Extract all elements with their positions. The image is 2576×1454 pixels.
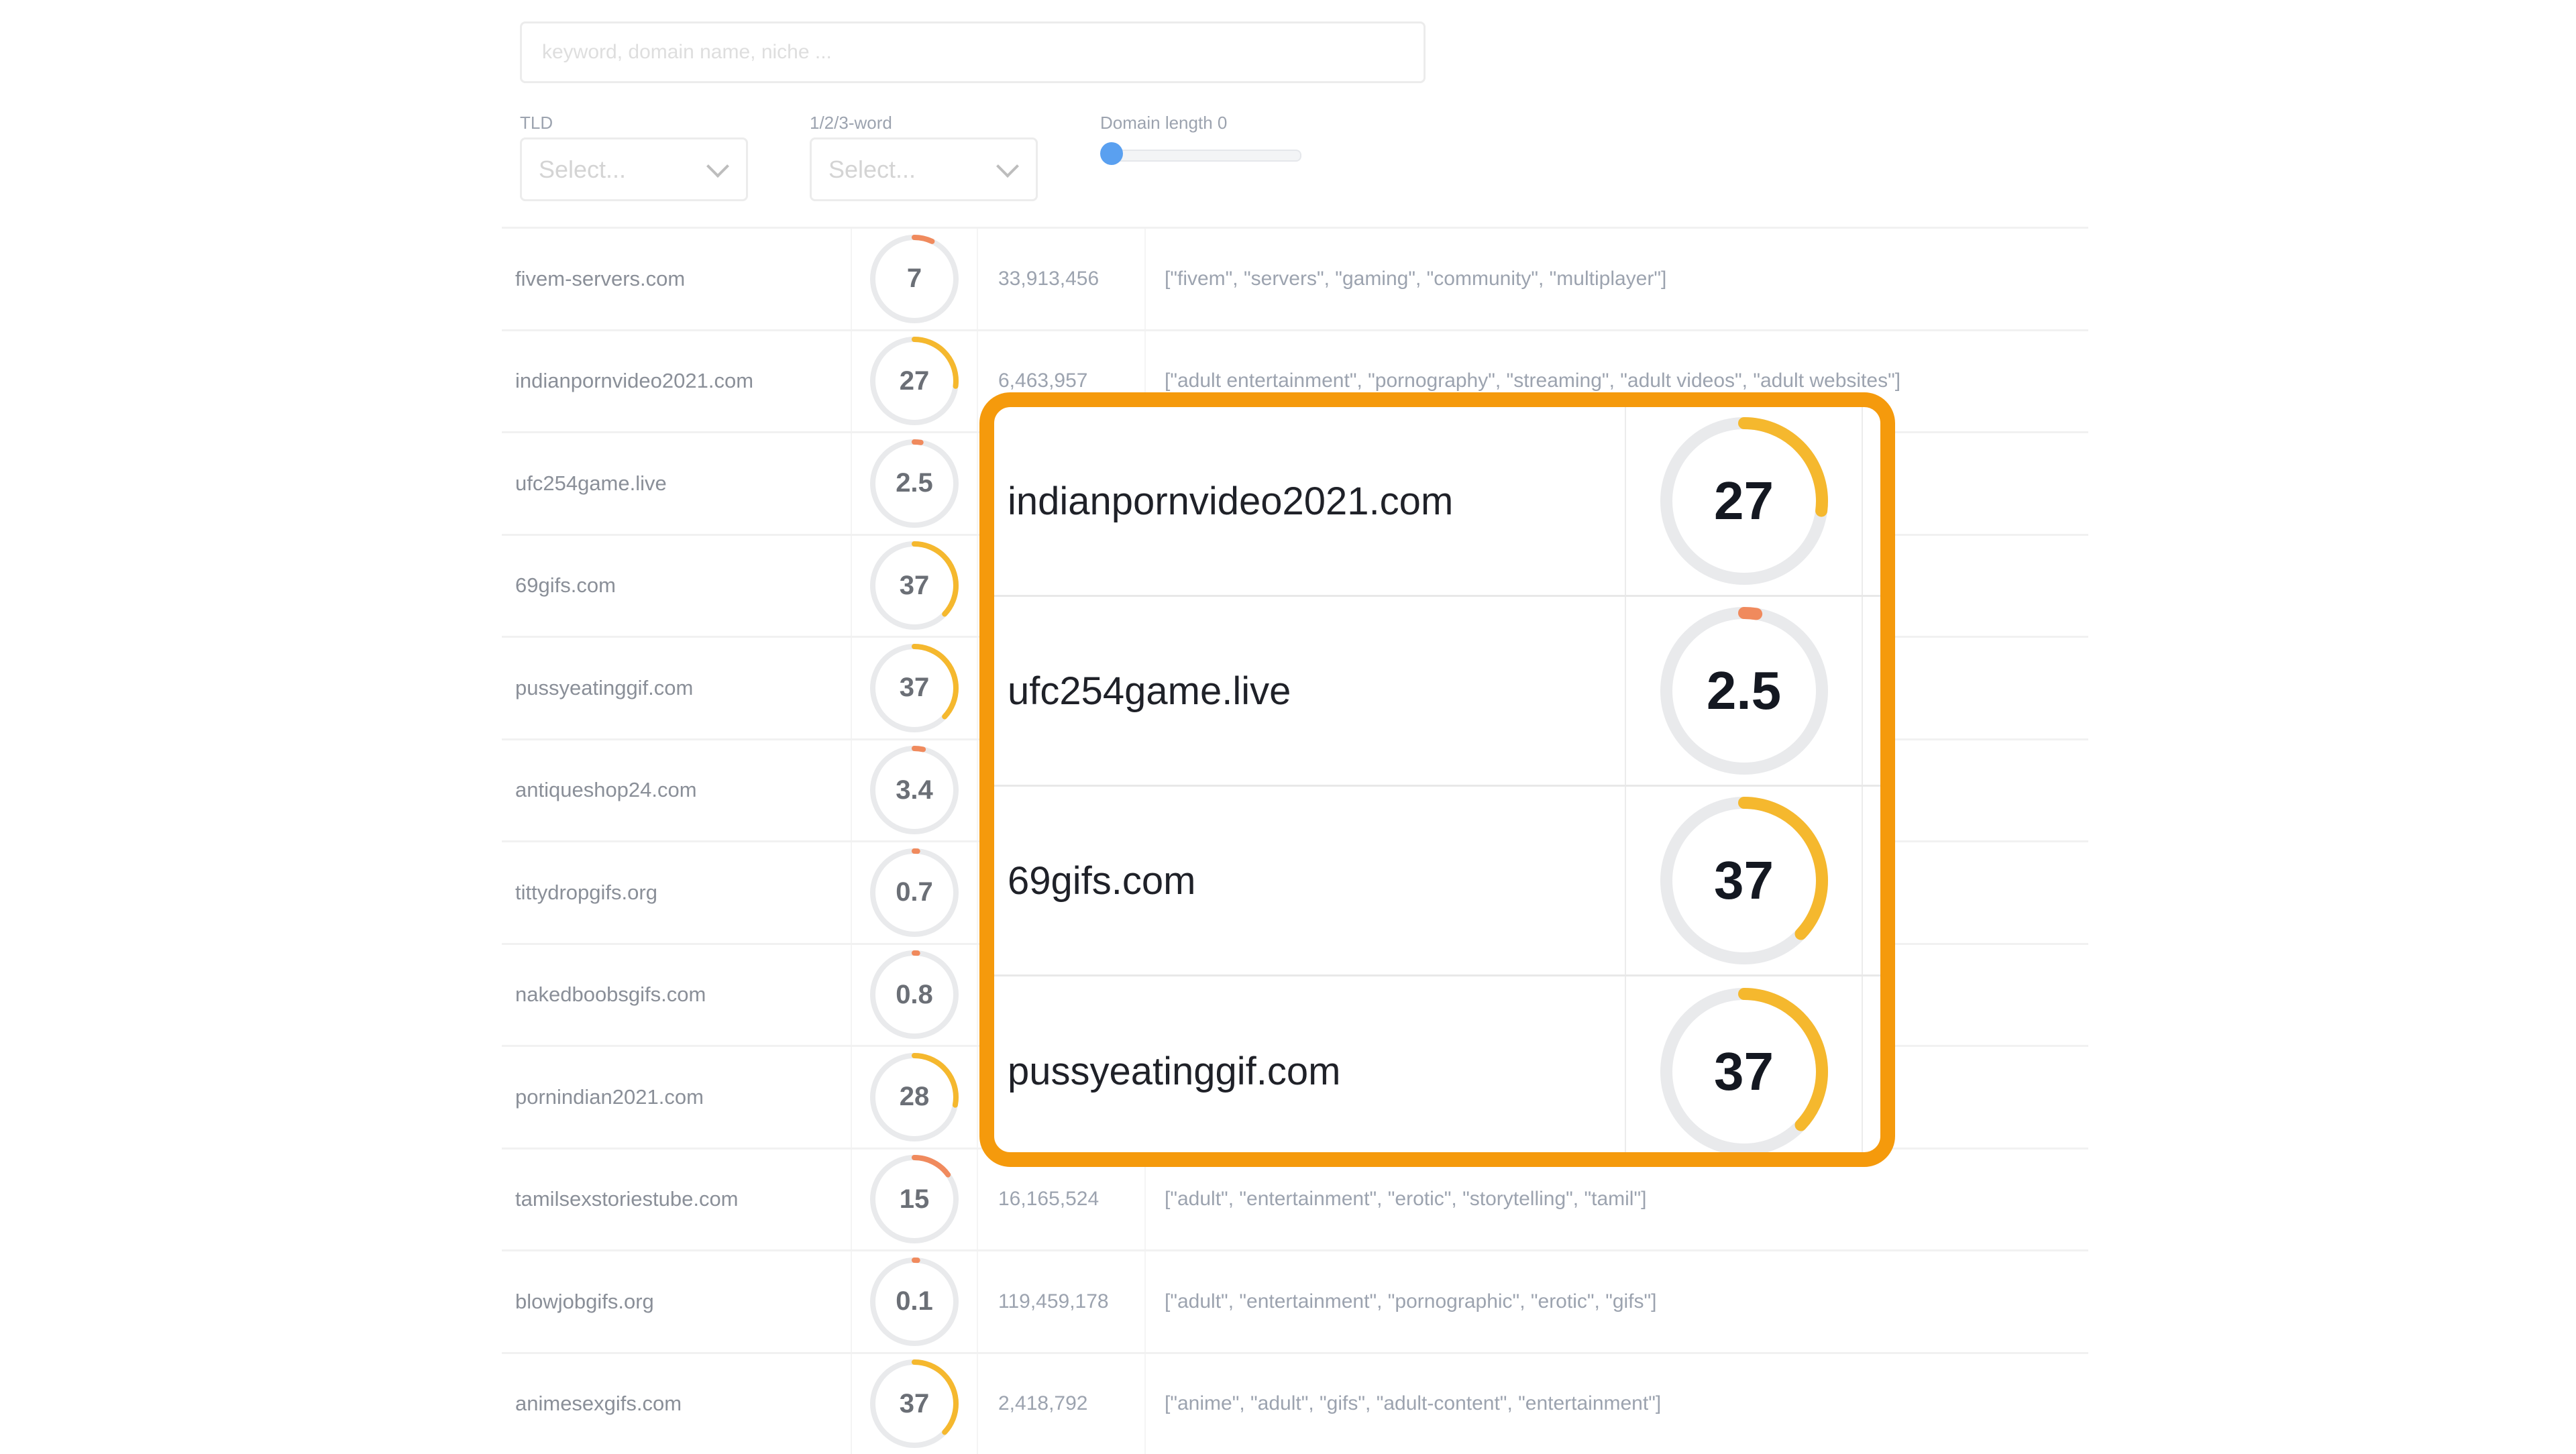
score-gauge: 15 (870, 1155, 959, 1243)
score-gauge: 0.8 (870, 950, 959, 1039)
chevron-down-icon (706, 155, 729, 178)
tld-label: TLD (520, 113, 553, 133)
domain-length-slider[interactable] (1100, 146, 1301, 161)
callout-score-cell: 37 (1625, 787, 1863, 974)
domain-name[interactable]: nakedboobsgifs.com (502, 983, 851, 1007)
domain-name[interactable]: 69gifs.com (502, 573, 851, 598)
slider-thumb[interactable] (1100, 142, 1123, 165)
score-cell: 37 (851, 1354, 978, 1454)
domain-name[interactable]: antiqueshop24.com (502, 778, 851, 802)
domain-name[interactable]: indianpornvideo2021.com (502, 369, 851, 393)
domain-name[interactable]: blowjobgifs.org (502, 1290, 851, 1314)
domain-name[interactable]: animesexgifs.com (502, 1392, 851, 1416)
callout-score-cell: 37 (1625, 976, 1863, 1166)
score-value: 37 (870, 541, 959, 630)
score-cell: 7 (851, 229, 978, 329)
domain-name[interactable]: tittydropgifs.org (502, 881, 851, 905)
word-count-select[interactable]: Select... (810, 137, 1038, 201)
domain-name[interactable]: tamilsexstoriestube.com (502, 1187, 851, 1211)
table-row[interactable]: fivem-servers.com 733,913,456["fivem", "s… (502, 227, 2088, 329)
score-cell: 27 (851, 331, 978, 432)
table-row[interactable]: animesexgifs.com 372,418,792["anime", "ad… (502, 1352, 2088, 1454)
score-value: 0.8 (870, 950, 959, 1039)
score-value: 2.5 (870, 439, 959, 528)
traffic-count: 119,459,178 (978, 1251, 1146, 1352)
tld-select[interactable]: Select... (520, 137, 748, 201)
score-value: 28 (870, 1053, 959, 1141)
score-cell: 0.8 (851, 945, 978, 1046)
callout-score-gauge: 37 (1660, 797, 1828, 964)
word-count-select-value: Select... (828, 156, 916, 184)
score-cell: 37 (851, 638, 978, 738)
score-value: 7 (870, 235, 959, 323)
score-cell: 3.4 (851, 740, 978, 841)
traffic-count: 33,913,456 (978, 229, 1146, 329)
score-cell: 0.7 (851, 842, 978, 943)
callout-score-value: 37 (1660, 988, 1828, 1156)
callout-score-gauge: 37 (1660, 988, 1828, 1156)
domain-name[interactable]: fivem-servers.com (502, 267, 851, 291)
score-value: 15 (870, 1155, 959, 1243)
score-gauge: 0.1 (870, 1257, 959, 1346)
domain-name[interactable]: ufc254game.live (502, 471, 851, 496)
score-value: 27 (870, 337, 959, 425)
score-value: 0.7 (870, 848, 959, 937)
score-cell: 15 (851, 1150, 978, 1250)
score-cell: 37 (851, 536, 978, 636)
callout-score-value: 37 (1660, 797, 1828, 964)
callout-domain-name: indianpornvideo2021.com (994, 479, 1625, 524)
slider-track (1107, 150, 1301, 162)
score-gauge: 37 (870, 1359, 959, 1448)
score-gauge: 2.5 (870, 439, 959, 528)
keywords: ["adult", "entertainment", "pornographic… (1146, 1290, 2088, 1313)
callout-score-gauge: 27 (1660, 417, 1828, 585)
callout-row: 69gifs.com 37 (994, 787, 1880, 976)
callout-domain-name: ufc254game.live (994, 669, 1625, 714)
word-count-label: 1/2/3-word (810, 113, 892, 133)
score-gauge: 28 (870, 1053, 959, 1141)
score-gauge: 0.7 (870, 848, 959, 937)
keywords: ["anime", "adult", "gifs", "adult-conten… (1146, 1392, 2088, 1415)
tld-select-value: Select... (539, 156, 626, 184)
callout-score-value: 27 (1660, 417, 1828, 585)
domain-name[interactable]: pornindian2021.com (502, 1085, 851, 1109)
score-value: 0.1 (870, 1257, 959, 1346)
highlight-callout: indianpornvideo2021.com27ufc254game.live… (979, 392, 1895, 1167)
score-cell: 28 (851, 1047, 978, 1148)
search-box[interactable] (520, 21, 1426, 83)
callout-domain-name: pussyeatinggif.com (994, 1049, 1625, 1094)
score-gauge: 27 (870, 337, 959, 425)
score-gauge: 3.4 (870, 746, 959, 834)
callout-row: ufc254game.live 2.5 (994, 597, 1880, 787)
score-cell: 0.1 (851, 1251, 978, 1352)
score-gauge: 7 (870, 235, 959, 323)
table-row[interactable]: blowjobgifs.org 0.1119,459,178["adult", "… (502, 1249, 2088, 1352)
keywords: ["adult entertainment", "pornography", "… (1146, 370, 2088, 392)
callout-score-value: 2.5 (1660, 607, 1828, 775)
score-value: 37 (870, 1359, 959, 1448)
score-gauge: 37 (870, 541, 959, 630)
score-gauge: 37 (870, 644, 959, 732)
callout-row: indianpornvideo2021.com 27 (994, 407, 1880, 597)
callout-score-gauge: 2.5 (1660, 607, 1828, 775)
callout-domain-name: 69gifs.com (994, 858, 1625, 903)
domain-length-label: Domain length 0 (1100, 113, 1227, 133)
traffic-count: 2,418,792 (978, 1354, 1146, 1454)
keywords: ["adult", "entertainment", "erotic", "st… (1146, 1188, 2088, 1211)
domain-name[interactable]: pussyeatinggif.com (502, 676, 851, 700)
score-value: 3.4 (870, 746, 959, 834)
keywords: ["fivem", "servers", "gaming", "communit… (1146, 268, 2088, 290)
callout-score-cell: 2.5 (1625, 597, 1863, 785)
callout-score-cell: 27 (1625, 407, 1863, 595)
score-cell: 2.5 (851, 433, 978, 534)
search-input[interactable] (522, 23, 1424, 81)
callout-row: pussyeatinggif.com 37 (994, 976, 1880, 1166)
score-value: 37 (870, 644, 959, 732)
chevron-down-icon (996, 155, 1019, 178)
